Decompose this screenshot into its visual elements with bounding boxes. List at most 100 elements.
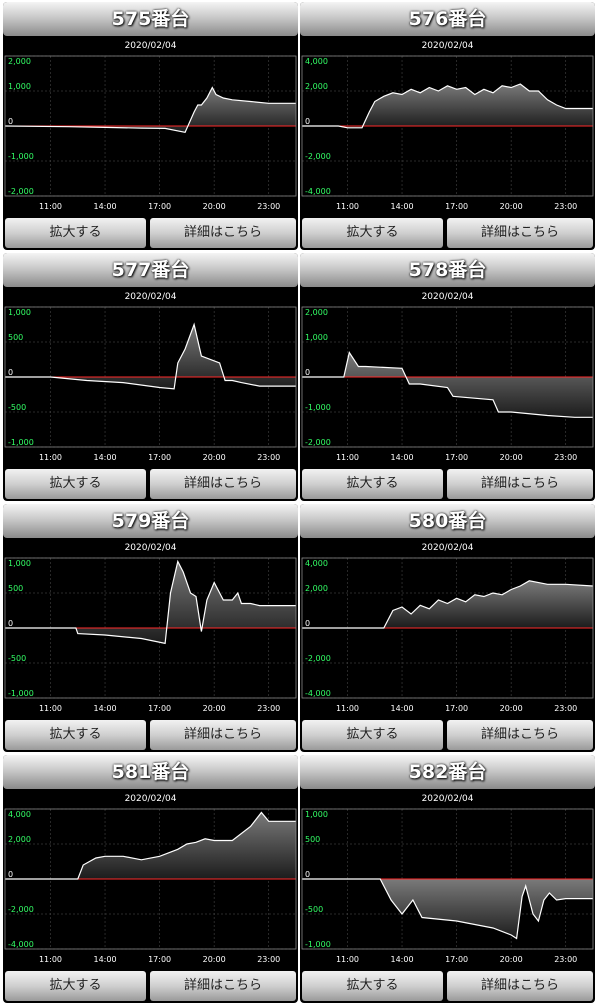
y-tick-label: -1,000 — [305, 940, 331, 949]
detail-button[interactable]: 詳細はこちら — [447, 218, 593, 248]
x-tick-label: 20:00 — [500, 955, 523, 964]
x-tick-label: 14:00 — [391, 955, 414, 964]
x-tick-label: 17:00 — [148, 704, 171, 713]
y-tick-label: 0 — [8, 117, 13, 126]
x-tick-label: 23:00 — [257, 202, 280, 211]
y-tick-label: -1,000 — [8, 689, 34, 698]
zoom-button[interactable]: 拡大する — [302, 469, 443, 499]
machine-panel: 579番台 2020/02/04 1,000 500 0 -500 -1,000 11:00 1… — [3, 504, 298, 752]
x-tick-label: 23:00 — [257, 453, 280, 462]
detail-button[interactable]: 詳細はこちら — [447, 720, 593, 750]
x-tick-label: 11:00 — [336, 202, 359, 211]
zoom-button[interactable]: 拡大する — [302, 218, 443, 248]
y-tick-label: 2,000 — [8, 57, 31, 66]
y-tick-label: -500 — [8, 403, 26, 412]
y-tick-label: 4,000 — [305, 57, 328, 66]
chart-date: 2020/02/04 — [124, 292, 177, 302]
machine-panel: 581番台 2020/02/04 4,000 2,000 0 -2,000 -4,000 11… — [3, 755, 298, 1003]
detail-button[interactable]: 詳細はこちら — [150, 218, 296, 248]
zoom-button[interactable]: 拡大する — [5, 971, 146, 1001]
machine-panel: 578番台 2020/02/04 2,000 1,000 0 -1,000 -2,000 11… — [300, 253, 595, 501]
slump-chart: 4,000 2,000 0 -2,000 -4,000 11:00 14:00 17:00 20… — [4, 808, 297, 964]
detail-button[interactable]: 詳細はこちら — [150, 720, 296, 750]
slump-area — [5, 812, 296, 879]
y-tick-label: -4,000 — [8, 940, 34, 949]
x-tick-label: 11:00 — [336, 453, 359, 462]
y-tick-label: 2,000 — [305, 308, 328, 317]
y-tick-label: 1,000 — [305, 810, 328, 819]
x-tick-label: 20:00 — [500, 453, 523, 462]
x-tick-label: 23:00 — [554, 955, 577, 964]
machine-panel: 580番台 2020/02/04 4,000 2,000 0 -2,000 -4,000 11… — [300, 504, 595, 752]
y-tick-label: -4,000 — [305, 689, 331, 698]
slump-area — [302, 879, 593, 939]
y-tick-label: 0 — [305, 117, 310, 126]
machine-panel: 577番台 2020/02/04 1,000 500 0 -500 -1,000 11:00 1… — [3, 253, 298, 501]
chart-date: 2020/02/04 — [421, 292, 474, 302]
y-tick-label: 4,000 — [8, 810, 31, 819]
x-tick-label: 14:00 — [391, 453, 414, 462]
y-tick-label: -500 — [305, 905, 323, 914]
chart-date: 2020/02/04 — [124, 543, 177, 553]
x-tick-label: 14:00 — [391, 202, 414, 211]
chart-grid: 575番台 2020/02/04 2,000 1,000 0 -1,000 -2,000 11… — [0, 0, 600, 1006]
detail-button[interactable]: 詳細はこちら — [150, 469, 296, 499]
machine-title: 576番台 — [300, 2, 595, 36]
chart-date: 2020/02/04 — [124, 794, 177, 804]
x-tick-label: 17:00 — [445, 955, 468, 964]
x-tick-label: 17:00 — [148, 453, 171, 462]
y-tick-label: 2,000 — [305, 584, 328, 593]
x-tick-label: 20:00 — [500, 704, 523, 713]
slump-chart: 4,000 2,000 0 -2,000 -4,000 11:00 14:00 17:00 20… — [301, 557, 594, 713]
y-tick-label: 0 — [8, 870, 13, 879]
y-tick-label: 0 — [8, 368, 13, 377]
y-tick-label: -2,000 — [8, 905, 34, 914]
y-tick-label: 500 — [305, 835, 320, 844]
x-tick-label: 23:00 — [257, 955, 280, 964]
detail-button[interactable]: 詳細はこちら — [150, 971, 296, 1001]
x-tick-label: 23:00 — [554, 453, 577, 462]
detail-button[interactable]: 詳細はこちら — [447, 971, 593, 1001]
x-tick-label: 23:00 — [257, 704, 280, 713]
machine-title: 578番台 — [300, 253, 595, 287]
y-tick-label: 500 — [8, 333, 23, 342]
slump-chart: 1,000 500 0 -500 -1,000 11:00 14:00 17:00 20:00 2… — [4, 306, 297, 462]
machine-title: 575番台 — [3, 2, 298, 36]
y-tick-label: 1,000 — [8, 82, 31, 91]
x-tick-label: 17:00 — [445, 453, 468, 462]
zoom-button[interactable]: 拡大する — [5, 469, 146, 499]
x-tick-label: 20:00 — [500, 202, 523, 211]
y-tick-label: -4,000 — [305, 187, 331, 196]
chart-date: 2020/02/04 — [421, 41, 474, 51]
x-tick-label: 17:00 — [148, 202, 171, 211]
y-tick-label: 0 — [305, 368, 310, 377]
machine-title: 579番台 — [3, 504, 298, 538]
machine-panel: 582番台 2020/02/04 1,000 500 0 -500 -1,000 11:00 1… — [300, 755, 595, 1003]
y-tick-label: 2,000 — [8, 835, 31, 844]
x-tick-label: 14:00 — [94, 453, 117, 462]
slump-area — [5, 561, 296, 644]
slump-chart: 2,000 1,000 0 -1,000 -2,000 11:00 14:00 17:00 20… — [301, 306, 594, 462]
y-tick-label: -500 — [8, 654, 26, 663]
slump-chart: 2,000 1,000 0 -1,000 -2,000 11:00 14:00 17:00 20… — [4, 55, 297, 211]
x-tick-label: 17:00 — [148, 955, 171, 964]
zoom-button[interactable]: 拡大する — [5, 720, 146, 750]
slump-chart: 4,000 2,000 0 -2,000 -4,000 11:00 14:00 17:00 20… — [301, 55, 594, 211]
y-tick-label: -2,000 — [305, 438, 331, 447]
zoom-button[interactable]: 拡大する — [5, 218, 146, 248]
y-tick-label: 1,000 — [305, 333, 328, 342]
machine-title: 581番台 — [3, 755, 298, 789]
x-tick-label: 20:00 — [203, 704, 226, 713]
y-tick-label: 1,000 — [8, 559, 31, 568]
y-tick-label: 0 — [305, 870, 310, 879]
x-tick-label: 11:00 — [39, 704, 62, 713]
x-tick-label: 11:00 — [336, 955, 359, 964]
zoom-button[interactable]: 拡大する — [302, 971, 443, 1001]
x-tick-label: 17:00 — [445, 704, 468, 713]
machine-title: 580番台 — [300, 504, 595, 538]
detail-button[interactable]: 詳細はこちら — [447, 469, 593, 499]
x-tick-label: 23:00 — [554, 202, 577, 211]
machine-panel: 576番台 2020/02/04 4,000 2,000 0 -2,000 -4,000 11… — [300, 2, 595, 250]
zoom-button[interactable]: 拡大する — [302, 720, 443, 750]
chart-date: 2020/02/04 — [124, 41, 177, 51]
